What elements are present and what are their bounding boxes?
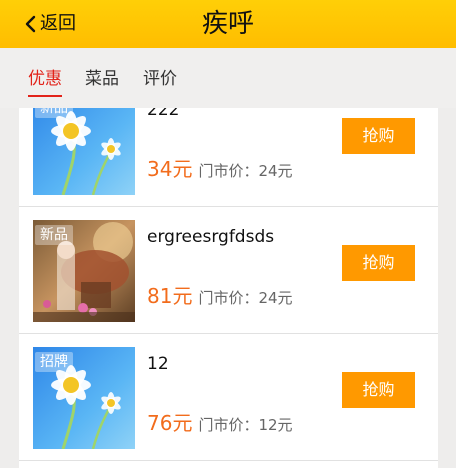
- price-row: 34元 门市价： 24元: [147, 153, 293, 182]
- fantasy-doll-image: 新品: [33, 220, 135, 322]
- market-price: 12元: [258, 416, 293, 434]
- price-row: 81元 门市价： 24元: [147, 280, 293, 309]
- divider: [19, 460, 438, 461]
- list-item[interactable]: 招牌 12 76元 门市价： 12元 抢购: [19, 335, 438, 461]
- tab-dishes-label: 菜品: [85, 69, 119, 89]
- market-price-label: 门市价：: [198, 162, 259, 180]
- divider: [19, 333, 438, 334]
- tab-dishes[interactable]: 菜品: [85, 68, 119, 90]
- buy-button[interactable]: 抢购: [342, 245, 415, 281]
- buy-button[interactable]: 抢购: [342, 372, 415, 408]
- price-row: 76元 门市价： 12元: [147, 407, 293, 436]
- buy-button[interactable]: 抢购: [342, 118, 415, 154]
- item-price: 34元: [147, 157, 193, 181]
- app-header: 返回 疾呼: [0, 0, 456, 48]
- market-price-label: 门市价：: [198, 289, 259, 307]
- market-price-label: 门市价：: [198, 416, 259, 434]
- active-tab-indicator: [28, 95, 62, 97]
- market-price: 24元: [258, 162, 293, 180]
- item-name: 222: [147, 108, 180, 120]
- item-name: ergreesrgfdsds: [147, 227, 275, 247]
- divider: [19, 206, 438, 207]
- tab-bar: 优惠 菜品 评价: [0, 48, 456, 108]
- daisy-image: 新品: [33, 108, 135, 195]
- item-price: 81元: [147, 284, 193, 308]
- market-price: 24元: [258, 289, 293, 307]
- tab-reviews-label: 评价: [143, 69, 177, 89]
- page-title: 疾呼: [201, 9, 254, 39]
- daisy-image: 招牌: [33, 347, 135, 449]
- item-name: 12: [147, 354, 169, 374]
- product-list[interactable]: 新品 222 34元 门市价： 24元 抢购 新品 ergreesrgfdsds…: [19, 108, 438, 468]
- item-tag: 招牌: [35, 352, 73, 372]
- item-tag: 新品: [35, 225, 73, 245]
- list-item[interactable]: 新品 ergreesrgfdsds 81元 门市价： 24元 抢购: [19, 208, 438, 334]
- item-tag: 新品: [35, 108, 73, 118]
- tab-reviews[interactable]: 评价: [143, 68, 177, 90]
- list-item[interactable]: 新品 222 34元 门市价： 24元 抢购: [19, 108, 438, 207]
- item-price: 76元: [147, 411, 193, 435]
- tab-discount[interactable]: 优惠: [28, 68, 62, 97]
- tab-discount-label: 优惠: [28, 69, 62, 89]
